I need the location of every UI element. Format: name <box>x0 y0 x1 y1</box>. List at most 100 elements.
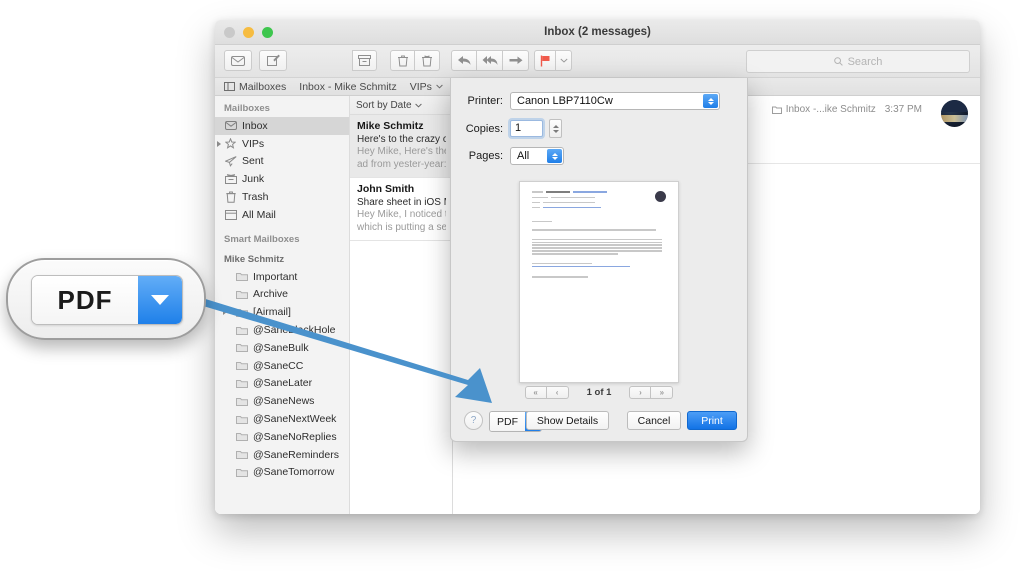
popup-stepper-icon[interactable] <box>703 94 718 108</box>
reply-button[interactable] <box>451 50 477 71</box>
sidebar-item-label: Junk <box>242 173 264 185</box>
folder-icon <box>235 326 248 335</box>
sidebar-item-sanetomorrow[interactable]: @SaneTomorrow <box>215 464 349 482</box>
sidebar-item-trash[interactable]: Trash <box>215 188 349 206</box>
paper-plane-icon <box>224 156 237 167</box>
mail-toolbar: Search <box>215 45 980 78</box>
sidebar-item-vips[interactable]: VIPs <box>215 135 349 153</box>
last-page-button[interactable]: » <box>651 386 673 399</box>
mailbox-label: Inbox -...ike Schmitz <box>786 104 876 115</box>
minimize-window-button[interactable] <box>243 27 254 38</box>
disclosure-triangle-icon[interactable] <box>217 141 221 147</box>
message-list-item[interactable]: John Smith Share sheet in iOS Ma Hey Mik… <box>350 178 452 241</box>
traffic-lights <box>224 27 273 38</box>
folder-icon <box>235 272 248 281</box>
pages-label: Pages: <box>451 150 503 162</box>
sidebar-item-sent[interactable]: Sent <box>215 153 349 171</box>
search-input[interactable]: Search <box>746 50 970 73</box>
help-button[interactable]: ? <box>464 411 483 430</box>
mailboxes-label: Mailboxes <box>239 81 286 93</box>
mailbox-indicator: Inbox -...ike Schmitz <box>772 104 876 115</box>
sidebar-section-account: Mike Schmitz <box>215 248 349 268</box>
folder-icon <box>235 432 248 441</box>
window-title: Inbox (2 messages) <box>215 20 980 44</box>
sidebar-item-sanenoreplies[interactable]: @SaneNoReplies <box>215 428 349 446</box>
next-page-button[interactable]: › <box>629 386 651 399</box>
sidebar-item-airmail[interactable]: [Airmail] <box>215 303 349 321</box>
delete-junk-group <box>390 50 440 71</box>
sidebar-item-label: @SaneCC <box>253 360 303 372</box>
delete-button[interactable] <box>390 50 415 71</box>
pdf-button-magnified[interactable]: PDF <box>31 275 183 325</box>
reply-all-button[interactable] <box>477 50 503 71</box>
message-preview: ad from yester-year: " <box>357 159 446 172</box>
first-page-button[interactable]: « <box>525 386 547 399</box>
close-window-button[interactable] <box>224 27 235 38</box>
copies-input[interactable]: 1 <box>510 120 543 137</box>
mailboxes-toggle[interactable]: Mailboxes <box>224 81 286 93</box>
reply-group <box>451 50 529 71</box>
message-list-item[interactable]: Mike Schmitz Here's to the crazy ones He… <box>350 115 452 178</box>
avatar <box>941 100 968 127</box>
popup-stepper-icon[interactable] <box>547 149 562 163</box>
fav-vips[interactable]: VIPs <box>410 81 443 93</box>
flag-button[interactable] <box>534 50 556 71</box>
sidebar-item-label: @SaneReminders <box>253 449 339 461</box>
preview-pager: « ‹ 1 of 1 › » <box>451 386 747 399</box>
sidebar-item-label: All Mail <box>242 209 276 221</box>
sidebar-item-important[interactable]: Important <box>215 268 349 286</box>
get-mail-button[interactable] <box>224 50 252 71</box>
message-sender: Mike Schmitz <box>357 120 446 133</box>
print-button[interactable]: Print <box>687 411 737 430</box>
zoom-window-button[interactable] <box>262 27 273 38</box>
message-preview: Hey Mike, I noticed th <box>357 209 446 222</box>
avatar-band <box>941 115 968 122</box>
pdf-button-callout: PDF <box>6 258 206 340</box>
archive-button[interactable] <box>352 50 377 71</box>
sidebar-item-sanecc[interactable]: @SaneCC <box>215 357 349 375</box>
sidebar-item-inbox[interactable]: Inbox <box>215 117 349 135</box>
show-details-button[interactable]: Show Details <box>526 411 609 430</box>
message-subject: Share sheet in iOS Ma <box>357 196 446 209</box>
pager-next-group: › » <box>629 386 673 399</box>
sidebar-item-archive[interactable]: Archive <box>215 286 349 304</box>
pages-select[interactable]: All <box>510 147 564 165</box>
sidebar-item-all-mail[interactable]: All Mail <box>215 206 349 224</box>
sidebar-item-sanenextweek[interactable]: @SaneNextWeek <box>215 410 349 428</box>
message-meta: Inbox -...ike Schmitz 3:37 PM <box>772 104 922 115</box>
disclosure-triangle-icon[interactable] <box>223 309 227 315</box>
flag-menu-button[interactable] <box>556 50 572 71</box>
folder-icon <box>235 308 248 317</box>
copies-stepper[interactable] <box>549 119 562 138</box>
pages-row: Pages: All <box>451 147 747 165</box>
sort-by-control[interactable]: Sort by Date <box>350 96 452 115</box>
flag-group <box>534 50 572 71</box>
sidebar-item-label: @SaneBlackHole <box>253 324 335 336</box>
printer-value: Canon LBP7110Cw <box>517 95 613 107</box>
cancel-button[interactable]: Cancel <box>627 411 681 430</box>
inbox-icon <box>224 121 237 130</box>
compose-button[interactable] <box>259 50 287 71</box>
sidebar-item-junk[interactable]: Junk <box>215 170 349 188</box>
chevron-down-icon[interactable] <box>138 276 182 324</box>
junk-button[interactable] <box>415 50 440 71</box>
sidebar-item-sanebulk[interactable]: @SaneBulk <box>215 339 349 357</box>
prev-page-button[interactable]: ‹ <box>547 386 569 399</box>
print-dialog: Printer: Canon LBP7110Cw Copies: 1 Pages… <box>450 78 748 442</box>
sidebar-item-label: Trash <box>242 191 268 203</box>
folder-icon <box>235 450 248 459</box>
folder-icon <box>772 106 782 114</box>
forward-button[interactable] <box>503 50 529 71</box>
message-preview: which is putting a seri <box>357 222 446 235</box>
sidebar-item-sanereminders[interactable]: @SaneReminders <box>215 446 349 464</box>
pages-value: All <box>517 150 529 162</box>
printer-select[interactable]: Canon LBP7110Cw <box>510 92 720 110</box>
fav-inbox[interactable]: Inbox - Mike Schmitz <box>299 81 396 93</box>
sidebar-item-sanenews[interactable]: @SaneNews <box>215 392 349 410</box>
sidebar-item-saneblackhole[interactable]: @SaneBlackHole <box>215 321 349 339</box>
pdf-callout-label: PDF <box>32 276 138 324</box>
sidebar-item-label: @SaneNoReplies <box>253 431 337 443</box>
mail-window: Inbox (2 messages) <box>215 20 980 514</box>
sidebar-item-sanelater[interactable]: @SaneLater <box>215 375 349 393</box>
sidebar-item-label: @SaneTomorrow <box>253 466 334 478</box>
